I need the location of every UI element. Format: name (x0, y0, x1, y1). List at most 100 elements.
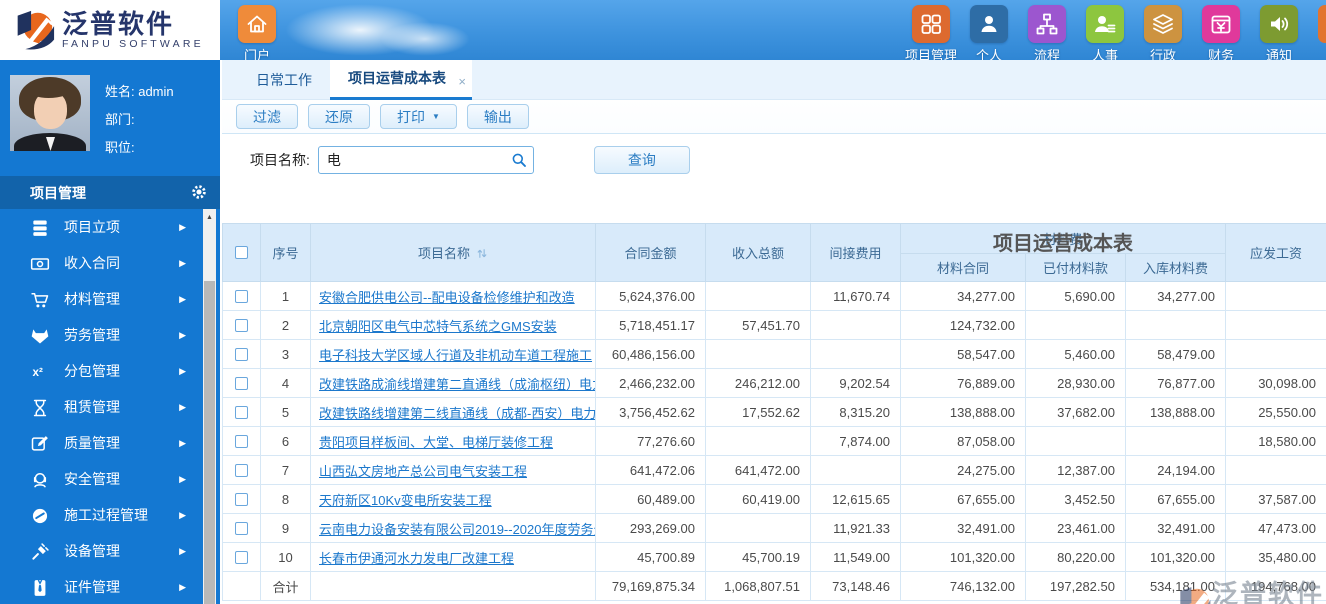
sidebar-item-项目立项[interactable]: 项目立项 ▶ (0, 209, 220, 245)
cell-contract: 5,718,451.17 (595, 310, 706, 340)
gear-icon[interactable] (190, 183, 208, 201)
scrollbar-thumb[interactable] (204, 281, 215, 604)
sidebar-item-label: 收入合同 (64, 255, 120, 271)
sort-icon[interactable] (476, 247, 488, 260)
sidebar-item-安全管理[interactable]: 安全管理 ▶ (0, 461, 220, 497)
col-header-mat-contract[interactable]: 材料合同 (900, 253, 1026, 282)
query-button[interactable]: 查询 (593, 145, 690, 174)
chevron-right-icon: ▶ (179, 365, 186, 376)
col-header-wages[interactable]: 应发工资 (1225, 223, 1326, 282)
cell-wages (1225, 339, 1326, 369)
过滤-button[interactable]: 过滤 (236, 104, 298, 129)
nav-item-通知[interactable]: 通知 (1250, 5, 1308, 64)
sidebar-header[interactable]: 项目管理 (0, 176, 220, 209)
row-checkbox[interactable] (235, 463, 248, 477)
cell-mat_contract: 76,889.00 (900, 368, 1026, 398)
cell-contract: 60,486,156.00 (595, 339, 706, 369)
chevron-right-icon: ▶ (179, 509, 186, 520)
project-link[interactable]: 山西弘文房地产总公司电气安装工程 (319, 461, 595, 480)
project-link[interactable]: 改建铁路成渝线增建第二直通线（成渝枢纽）电力 (319, 374, 595, 393)
col-header-contract[interactable]: 合同金额 (595, 223, 706, 282)
logo-area: 泛普软件 FANPU SOFTWARE (0, 0, 220, 60)
safety-icon (30, 470, 50, 488)
search-icon[interactable] (511, 152, 527, 168)
row-checkbox[interactable] (235, 521, 248, 535)
server-icon (30, 218, 50, 236)
select-all-checkbox[interactable] (235, 246, 248, 259)
cell-mat_stock: 67,655.00 (1124, 484, 1227, 514)
table-row: 6 贵阳项目样板间、大堂、电梯厅装修工程 77,276.60 7,874.00 87,0… (222, 426, 1326, 456)
打印-button[interactable]: 打印 ▼ (380, 104, 457, 129)
sidebar-item-质量管理[interactable]: 质量管理 ▶ (0, 425, 220, 461)
row-checkbox[interactable] (235, 405, 248, 419)
输出-button[interactable]: 输出 (466, 104, 529, 129)
col-header-indirect[interactable]: 间接费用 (810, 223, 901, 282)
project-name-input[interactable] (317, 145, 534, 174)
cell-mat_paid: 80,220.00 (1025, 542, 1126, 572)
row-checkbox[interactable] (235, 289, 248, 303)
project-link[interactable]: 安徽合肥供电公司--配电设备检修维护和改造 (319, 287, 595, 306)
sidebar-item-label: 租赁管理 (64, 399, 120, 415)
close-icon[interactable]: × (458, 63, 466, 100)
chevron-right-icon: ▶ (179, 581, 186, 592)
project-link[interactable]: 长春市伊通河水力发电厂改建工程 (319, 548, 595, 567)
还原-button[interactable]: 还原 (308, 104, 370, 129)
sidebar-item-label: 设备管理 (64, 543, 120, 559)
sidebar-scrollbar[interactable]: ▲ (203, 209, 216, 604)
nav-item-个人[interactable]: 个人 (960, 5, 1018, 64)
cell-contract: 5,624,376.00 (595, 281, 706, 311)
row-checkbox[interactable] (235, 550, 248, 564)
project-link[interactable]: 电子科技大学区域人行道及非机动车道工程施工 (319, 345, 595, 364)
tab-project-cost-table[interactable]: 项目运营成本表 × (330, 60, 472, 100)
nav-item-项目管理[interactable]: 项目管理 (902, 5, 960, 64)
scroll-up-icon[interactable]: ▲ (203, 209, 216, 225)
topbar-nav: 项目管理 个人 流程 人事 行政 财务 通知 (902, 5, 1308, 64)
col-header-mat-paid[interactable]: 已付材料款 (1025, 253, 1126, 282)
nav-item-行政[interactable]: 行政 (1134, 5, 1192, 64)
cell-mat_stock: 32,491.00 (1124, 513, 1227, 543)
col-header-name[interactable]: 项目名称 (310, 223, 596, 282)
sidebar-item-设备管理[interactable]: 设备管理 ▶ (0, 533, 220, 569)
portal-button[interactable]: 门户 (228, 5, 286, 64)
row-checkbox[interactable] (235, 376, 248, 390)
tabstrip: 日常工作 项目运营成本表 × (222, 60, 1326, 100)
table-row: 2 北京朝阳区电气中芯特气系统之GMS安装 5,718,451.17 57,451.7… (222, 310, 1326, 340)
col-header-income[interactable]: 收入总额 (705, 223, 811, 282)
sidebar-item-施工过程管理[interactable]: 施工过程管理 ▶ (0, 497, 220, 533)
cell-wages: 47,473.00 (1225, 513, 1326, 543)
project-link[interactable]: 北京朝阳区电气中芯特气系统之GMS安装 (319, 316, 595, 335)
sidebar-item-证件管理[interactable]: 证件管理 ▶ (0, 569, 220, 604)
nav-item-人事[interactable]: 人事 (1076, 5, 1134, 64)
project-link[interactable]: 贵阳项目样板间、大堂、电梯厅装修工程 (319, 432, 595, 451)
chevron-down-icon: ▼ (432, 112, 440, 121)
sidebar-item-材料管理[interactable]: 材料管理 ▶ (0, 281, 220, 317)
row-checkbox[interactable] (235, 492, 248, 506)
avatar (10, 75, 90, 151)
row-checkbox[interactable] (235, 347, 248, 361)
project-name-label: 项目名称: (250, 151, 310, 168)
tab-label: 日常工作 (256, 72, 312, 88)
sidebar-item-劳务管理[interactable]: 劳务管理 ▶ (0, 317, 220, 353)
cell-num: 9 (260, 513, 311, 543)
table-row: 4 改建铁路成渝线增建第二直通线（成渝枢纽）电力 2,466,232.00 246,2… (222, 368, 1326, 398)
tab-daily-work[interactable]: 日常工作 (238, 60, 330, 99)
sidebar-item-租赁管理[interactable]: 租赁管理 ▶ (0, 389, 220, 425)
project-link[interactable]: 改建铁路线增建第二线直通线（成都-西安）电力 (319, 403, 595, 422)
nav-item-财务[interactable]: 财务 (1192, 5, 1250, 64)
row-checkbox[interactable] (235, 318, 248, 332)
cell-project-name: 贵阳项目样板间、大堂、电梯厅装修工程 (310, 426, 596, 456)
row-checkbox[interactable] (235, 434, 248, 448)
cell-mat_stock (1124, 310, 1227, 340)
cell-wages (1225, 281, 1326, 311)
sidebar-item-label: 安全管理 (64, 471, 120, 487)
col-header-mat-stock[interactable]: 入库材料费 (1124, 253, 1227, 282)
sidebar-item-label: 质量管理 (64, 435, 120, 451)
sidebar-item-收入合同[interactable]: 收入合同 ▶ (0, 245, 220, 281)
col-header-num[interactable]: 序号 (260, 223, 311, 282)
project-link[interactable]: 天府新区10Kv变电所安装工程 (319, 490, 595, 509)
project-link[interactable]: 云南电力设备安装有限公司2019--2020年度劳务分 (319, 519, 595, 538)
nav-item-流程[interactable]: 流程 (1018, 5, 1076, 64)
button-label: 还原 (325, 108, 353, 125)
cell-project-name: 安徽合肥供电公司--配电设备检修维护和改造 (310, 281, 596, 311)
sidebar-item-分包管理[interactable]: x² 分包管理 ▶ (0, 353, 220, 389)
